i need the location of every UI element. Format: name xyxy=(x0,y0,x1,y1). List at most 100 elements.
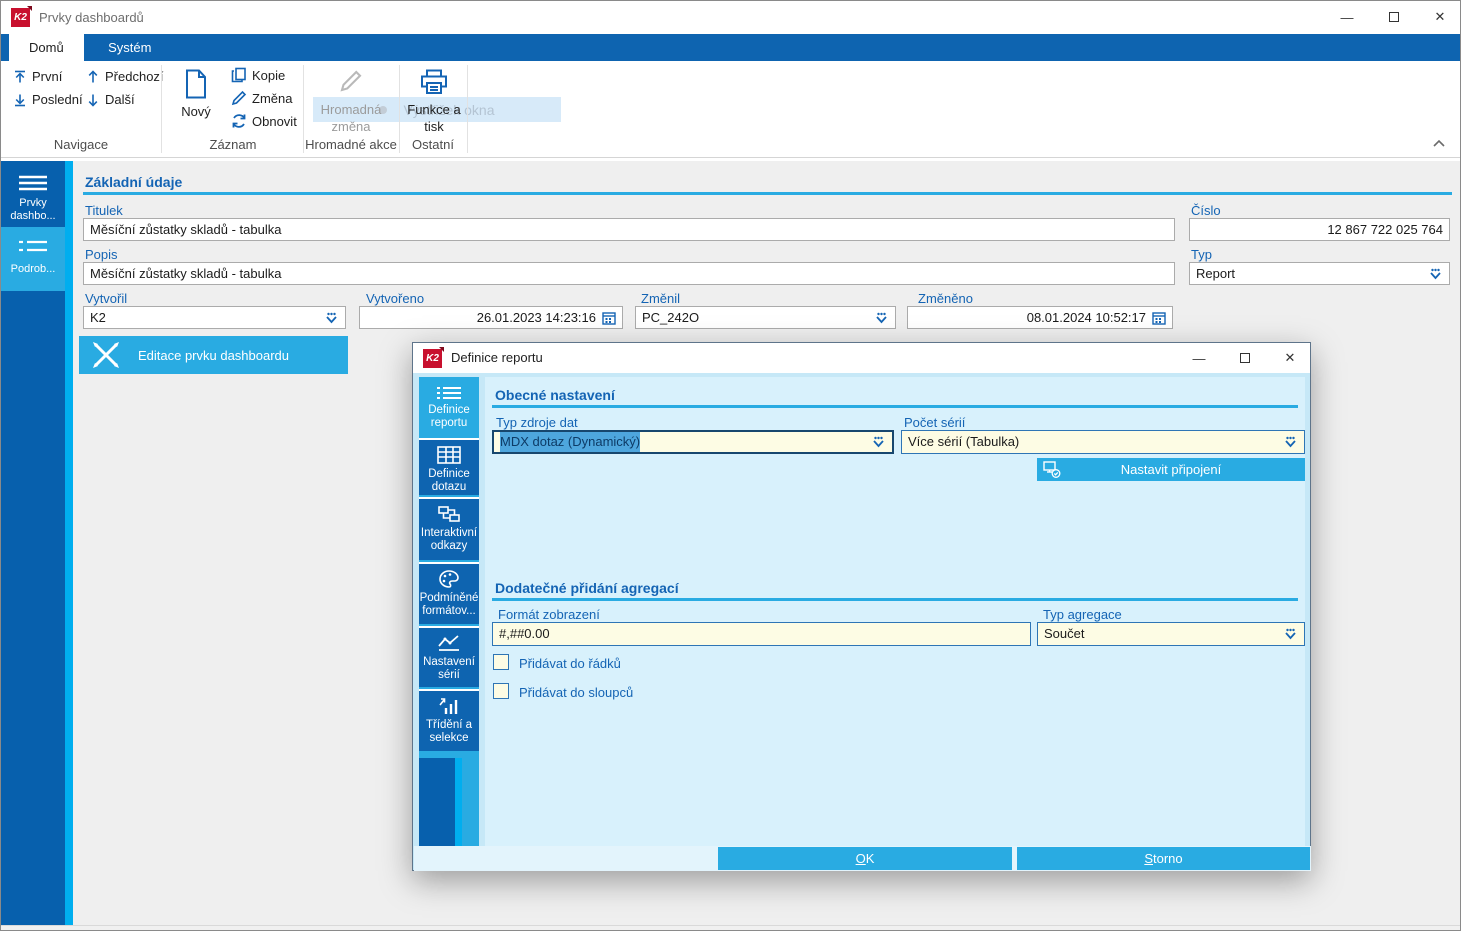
palette-icon xyxy=(439,570,459,588)
dropdown-icon[interactable] xyxy=(1428,268,1443,280)
calendar-icon[interactable] xyxy=(602,311,616,325)
dialog-tab-trideni-a-selekce[interactable]: Třídění a selekce xyxy=(419,689,479,751)
copy-label: Kopie xyxy=(252,68,285,83)
sidebar-item-prvky-dashboardu[interactable]: Prvky dashbo... xyxy=(1,167,65,225)
pridavat-do-sloupcu-label: Přidávat do sloupců xyxy=(519,685,633,700)
ribbon: Výstřižek okna První Poslední Předchozí … xyxy=(1,61,1460,158)
next-label: Další xyxy=(105,92,135,107)
format-zobrazeni-input[interactable]: #,##0.00 xyxy=(492,622,1031,646)
cislo-input[interactable]: 12 867 722 025 764 xyxy=(1189,218,1450,241)
typ-agregace-combobox[interactable]: Součet xyxy=(1037,622,1305,646)
pencil-disabled-icon xyxy=(339,69,363,93)
section-underline xyxy=(492,598,1298,601)
refresh-button[interactable]: Obnovit xyxy=(231,113,297,129)
first-label: První xyxy=(32,69,62,84)
dialog-tab-label: Definice dotazu xyxy=(428,468,470,493)
dropdown-icon[interactable] xyxy=(1283,436,1298,448)
change-button[interactable]: Změna xyxy=(231,90,292,106)
print-function-label: Funkce a tisk xyxy=(403,101,465,135)
vytvoril-label: Vytvořil xyxy=(85,291,127,306)
vytvoril-combobox[interactable]: K2 xyxy=(83,306,346,329)
ok-button[interactable]: OK xyxy=(718,847,1012,870)
minimize-button[interactable]: — xyxy=(1332,6,1362,28)
previous-button[interactable]: Předchozí xyxy=(86,69,164,84)
copy-button[interactable]: Kopie xyxy=(231,67,285,83)
table-icon xyxy=(437,446,461,464)
typ-combobox[interactable]: Report xyxy=(1189,262,1450,285)
dialog-tab-definice-dotazu[interactable]: Definice dotazu xyxy=(419,438,479,495)
titulek-label: Titulek xyxy=(85,203,123,218)
detail-list-icon xyxy=(19,239,47,255)
window-title: Prvky dashboardů xyxy=(39,1,144,34)
dialog-tab-label: Podmíněné formátov... xyxy=(420,592,479,617)
vytvoreno-value: 26.01.2023 14:23:16 xyxy=(366,307,596,328)
dropdown-icon[interactable] xyxy=(871,436,886,448)
k2-logo-icon: K2 xyxy=(423,349,442,368)
bulk-change-button: Hromadná změna xyxy=(311,69,391,135)
next-button[interactable]: Další xyxy=(86,92,135,107)
bulk-change-label: Hromadná změna xyxy=(311,101,391,135)
storno-button[interactable]: Storno xyxy=(1017,847,1310,870)
dropdown-icon[interactable] xyxy=(324,312,339,324)
new-button[interactable]: Nový xyxy=(173,69,219,119)
maximize-icon xyxy=(1240,353,1250,363)
typ-zdroje-dat-combobox[interactable]: MDX dotaz (Dynamický) xyxy=(492,430,894,454)
dialog-tab-interaktivni-odkazy[interactable]: Interaktivní odkazy xyxy=(419,497,479,560)
dialog-close-button[interactable]: ✕ xyxy=(1275,347,1305,369)
zmenil-combobox[interactable]: PC_242O xyxy=(635,306,896,329)
copy-icon xyxy=(231,67,247,83)
typ-zdroje-dat-label: Typ zdroje dat xyxy=(496,415,578,430)
tab-domu[interactable]: Domů xyxy=(9,34,84,61)
popis-input[interactable]: Měsíční zůstatky skladů - tabulka xyxy=(83,262,1175,285)
main-titlebar: K2 Prvky dashboardů — ✕ xyxy=(1,1,1460,34)
dropdown-icon[interactable] xyxy=(1283,628,1298,640)
typ-label: Typ xyxy=(1191,247,1212,262)
last-button[interactable]: Poslední xyxy=(13,92,83,107)
change-label: Změna xyxy=(252,91,292,106)
dialog-tab-nastaveni-serii[interactable]: Nastavení sérií xyxy=(419,626,479,687)
dialog-titlebar: K2 Definice reportu — ✕ xyxy=(413,343,1310,373)
collapse-ribbon-button[interactable] xyxy=(1432,139,1446,148)
first-button[interactable]: První xyxy=(13,69,62,84)
dialog-maximize-button[interactable] xyxy=(1230,347,1260,369)
vytvoreno-input[interactable]: 26.01.2023 14:23:16 xyxy=(359,306,623,329)
k2-logo-icon: K2 xyxy=(11,8,30,27)
section-dodatecne-pridani-agregaci: Dodatečné přidání agregací xyxy=(495,580,679,596)
previous-label: Předchozí xyxy=(105,69,164,84)
section-title-zakladni-udaje: Základní údaje xyxy=(85,174,182,190)
zmeneno-input[interactable]: 08.01.2024 10:52:17 xyxy=(907,306,1173,329)
status-strip xyxy=(1,925,1460,931)
zmenil-label: Změnil xyxy=(641,291,680,306)
dialog-tab-podminene-formatovani[interactable]: Podmíněné formátov... xyxy=(419,562,479,624)
pridavat-do-sloupcu-checkbox[interactable] xyxy=(493,683,509,699)
nastavit-pripojeni-label: Nastavit připojení xyxy=(1121,462,1221,477)
storno-label-accel: S xyxy=(1144,851,1153,866)
pridavat-do-radku-checkbox[interactable] xyxy=(493,654,509,670)
format-zobrazeni-label: Formát zobrazení xyxy=(498,607,600,622)
edit-dashboard-element-button[interactable]: Editace prvku dashboardu xyxy=(79,336,348,374)
new-document-icon xyxy=(183,69,209,99)
pocet-serii-combobox[interactable]: Více sérií (Tabulka) xyxy=(901,430,1305,454)
nastavit-pripojeni-button[interactable]: Nastavit připojení xyxy=(1037,458,1305,481)
sidebar-item-podrobnosti[interactable]: Podrob... xyxy=(1,227,65,291)
dropdown-icon[interactable] xyxy=(874,312,889,324)
dialog-definice-reportu: K2 Definice reportu — ✕ Definice reportu… xyxy=(412,342,1311,871)
typ-agregace-value: Součet xyxy=(1044,623,1084,645)
section-obecne-nastaveni: Obecné nastavení xyxy=(495,387,615,403)
dialog-tab-label: Nastavení sérií xyxy=(423,656,475,681)
close-button[interactable]: ✕ xyxy=(1425,6,1455,28)
calendar-icon[interactable] xyxy=(1152,311,1166,325)
dialog-minimize-button[interactable]: — xyxy=(1184,347,1214,369)
dialog-sidebar-filler xyxy=(419,758,455,846)
maximize-button[interactable] xyxy=(1379,6,1409,28)
titulek-input[interactable]: Měsíční zůstatky skladů - tabulka xyxy=(83,218,1175,241)
edit-dashboard-element-label: Editace prvku dashboardu xyxy=(138,348,289,363)
maximize-icon xyxy=(1389,12,1399,22)
section-underline xyxy=(492,405,1298,408)
sidebar-item-label: Podrob... xyxy=(1,263,65,276)
print-function-button[interactable]: Funkce a tisk xyxy=(403,69,465,135)
arrow-top-icon xyxy=(13,70,27,84)
dialog-tab-definice-reportu[interactable]: Definice reportu xyxy=(419,380,479,434)
tab-system[interactable]: Systém xyxy=(88,34,171,61)
hamburger-menu-icon xyxy=(18,175,48,191)
